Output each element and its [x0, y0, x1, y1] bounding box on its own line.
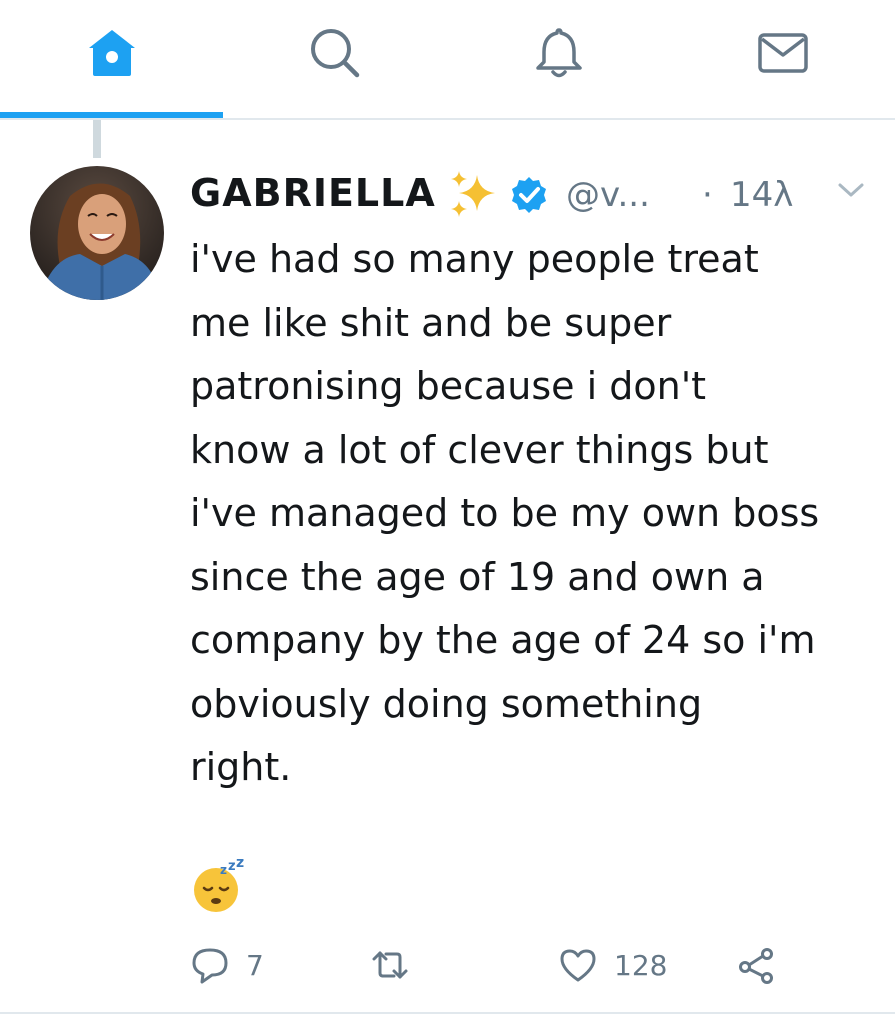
- like-count: 128: [614, 948, 668, 982]
- tweet-actions: 7 128: [190, 940, 890, 990]
- reply-button[interactable]: 7: [190, 940, 264, 990]
- tweet-timestamp[interactable]: 14λ: [730, 175, 793, 215]
- retweet-icon: [372, 951, 408, 979]
- separator-dot: ·: [702, 175, 713, 215]
- retweet-button[interactable]: [370, 940, 426, 990]
- divider: [0, 1012, 895, 1014]
- tab-home[interactable]: [0, 0, 223, 118]
- share-button[interactable]: [736, 940, 776, 990]
- search-icon: [310, 29, 359, 78]
- heart-icon: [560, 949, 596, 982]
- home-icon: [88, 30, 135, 76]
- avatar[interactable]: [30, 166, 164, 300]
- reply-count: 7: [246, 948, 264, 982]
- tweet-header: GABRIELLA @v... · 14λ: [190, 165, 880, 225]
- chevron-down-icon[interactable]: [836, 175, 866, 205]
- svg-text:z: z: [236, 858, 244, 871]
- active-tab-indicator: [0, 112, 223, 118]
- tab-search[interactable]: [223, 0, 446, 118]
- bell-icon: [535, 28, 582, 78]
- user-handle[interactable]: @v...: [566, 175, 650, 215]
- display-name[interactable]: GABRIELLA: [190, 171, 436, 215]
- top-navigation: [0, 0, 895, 120]
- share-icon: [739, 948, 773, 984]
- thread-line: [93, 120, 101, 158]
- svg-text:z: z: [220, 863, 227, 877]
- verified-badge-icon: [512, 177, 546, 213]
- like-button[interactable]: 128: [558, 940, 667, 990]
- mail-icon: [757, 33, 808, 73]
- sleeping-face-icon: z z z: [194, 858, 244, 912]
- reply-icon: [192, 948, 228, 984]
- tweet-text: i've had so many people treat me like sh…: [190, 237, 820, 789]
- sparkles-icon: [451, 171, 495, 217]
- tab-notifications[interactable]: [447, 0, 670, 118]
- tab-messages[interactable]: [671, 0, 894, 118]
- svg-text:z: z: [228, 859, 236, 874]
